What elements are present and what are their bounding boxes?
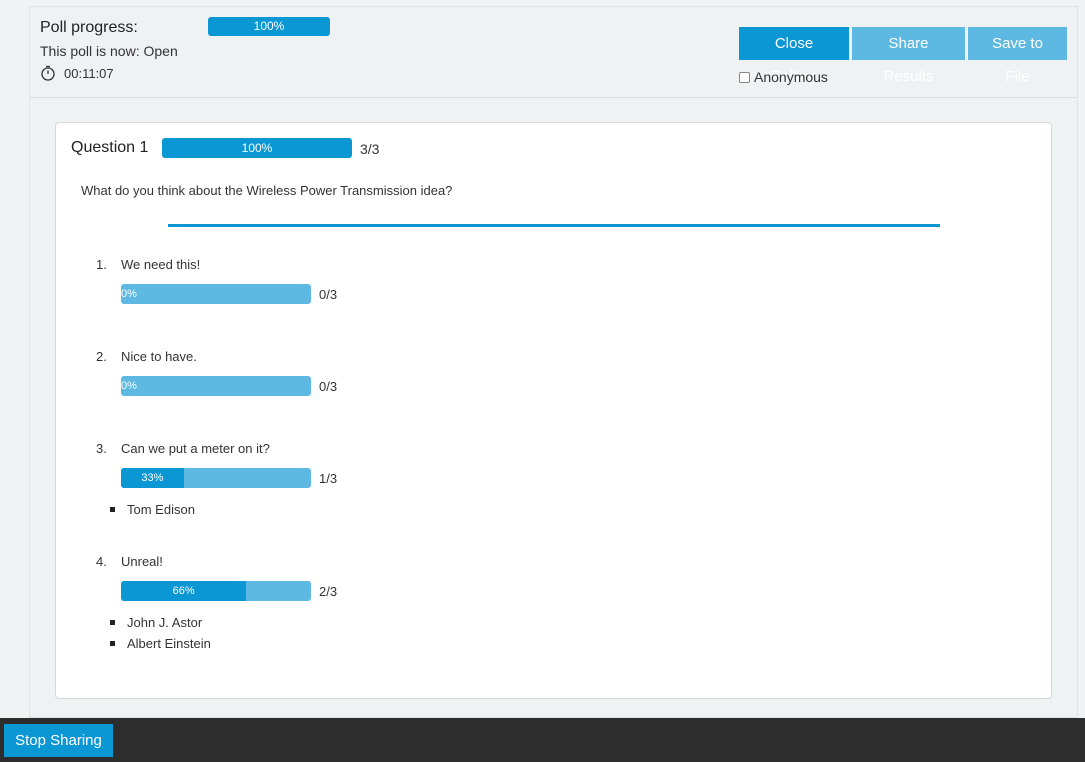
poll-timer: 00:11:07 <box>40 65 114 81</box>
voter-item: Albert Einstein <box>110 633 211 654</box>
close-polling-button[interactable]: Close Polling <box>739 27 849 85</box>
voter-list: Tom Edison <box>110 499 195 520</box>
save-to-file-button[interactable]: Save to File <box>968 27 1067 85</box>
voter-name: Albert Einstein <box>127 636 211 651</box>
anonymous-label: Anonymous <box>754 69 828 85</box>
answer-count: 0/3 <box>319 287 338 302</box>
answer-number: 1. <box>96 257 107 272</box>
voter-name: John J. Astor <box>127 615 203 630</box>
answer-progress-bar: 0% <box>121 376 311 396</box>
voter-list: John J. Astor Albert Einstein <box>110 612 211 654</box>
answer-progress-fill: 66% <box>121 581 247 601</box>
answer-label: Nice to have. <box>121 349 197 364</box>
poll-progress-bar: 100% <box>208 17 330 36</box>
poll-header: Poll progress: 100% This poll is now: Op… <box>30 7 1077 98</box>
answer-percent: 0% <box>121 288 137 300</box>
question-divider <box>168 224 940 227</box>
answer-label: Can we put a meter on it? <box>121 441 270 456</box>
answer-progress-bar: 0% <box>121 284 311 304</box>
answer-progress-bar: 33% <box>121 468 311 488</box>
question-response-count: 3/3 <box>360 141 380 157</box>
stopwatch-icon <box>40 65 56 81</box>
voter-item: Tom Edison <box>110 499 195 520</box>
anonymous-toggle[interactable]: Anonymous <box>739 69 828 85</box>
sharing-footer: Stop Sharing <box>0 718 1085 762</box>
voter-item: John J. Astor <box>110 612 211 633</box>
question-card: Question 1 100% 3/3 What do you think ab… <box>55 122 1052 699</box>
answer-progress-bar: 66% <box>121 581 311 601</box>
bullet-icon <box>110 641 115 646</box>
answer-count: 0/3 <box>319 379 338 394</box>
answer-count: 1/3 <box>319 471 338 486</box>
answer-count: 2/3 <box>319 584 338 599</box>
timer-value: 00:11:07 <box>64 65 114 81</box>
poll-status: This poll is now: Open <box>40 43 178 59</box>
voter-name: Tom Edison <box>127 502 195 517</box>
answer-label: Unreal! <box>121 554 163 569</box>
bullet-icon <box>110 620 115 625</box>
answer-number: 4. <box>96 554 107 569</box>
anonymous-checkbox[interactable] <box>739 71 750 83</box>
bullet-icon <box>110 507 115 512</box>
question-title: Question 1 <box>71 139 149 156</box>
answer-label: We need this! <box>121 257 201 272</box>
answer-number: 3. <box>96 441 107 456</box>
question-text: What do you think about the Wireless Pow… <box>81 183 453 198</box>
share-results-button[interactable]: Share Results <box>852 27 965 85</box>
poll-progress-title: Poll progress: <box>40 19 138 36</box>
answer-number: 2. <box>96 349 107 364</box>
poll-panel: Poll progress: 100% This poll is now: Op… <box>29 6 1078 718</box>
stop-sharing-button[interactable]: Stop Sharing <box>4 724 113 757</box>
answer-percent: 0% <box>121 380 137 392</box>
answer-progress-fill: 33% <box>121 468 184 488</box>
question-progress-bar: 100% <box>162 138 352 158</box>
